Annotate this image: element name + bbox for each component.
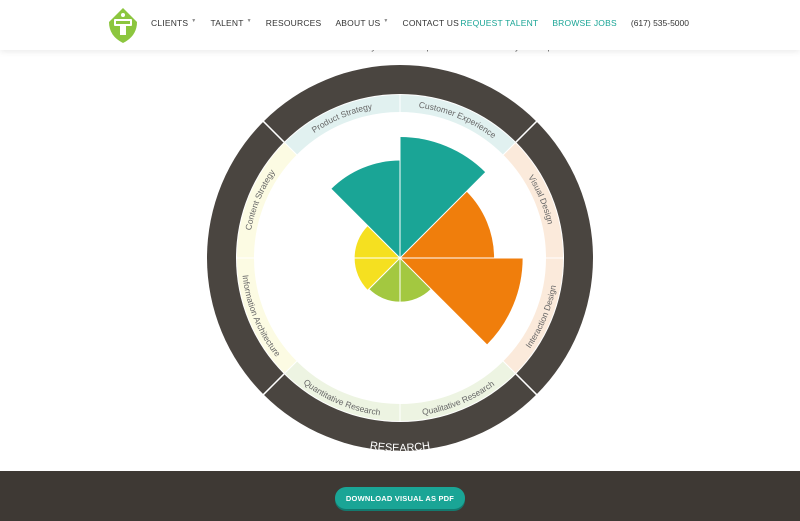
footer-bar: DOWNLOAD VISUAL AS PDF [0,471,800,521]
nav-clients-label: CLIENTS [151,18,189,28]
interface-label: INTERFACE [592,225,607,289]
nav-talent[interactable]: TALENT ▼ [210,18,251,28]
nav-talent-label: TALENT [210,18,244,28]
chevron-down-icon: ▼ [246,18,252,24]
chevron-down-icon: ▼ [383,18,389,24]
download-pdf-button[interactable]: DOWNLOAD VISUAL AS PDF [335,487,465,509]
page: CLIENTS ▼ TALENT ▼ RESOURCES ABOUT US ▼ … [0,0,800,521]
nav-clients[interactable]: CLIENTS ▼ [151,18,196,28]
nav-about-us[interactable]: ABOUT US ▼ [335,18,388,28]
request-talent-link[interactable]: REQUEST TALENT [460,18,538,28]
mascot-logo-icon[interactable] [108,7,138,44]
primary-nav: CLIENTS ▼ TALENT ▼ RESOURCES ABOUT US ▼ … [151,0,473,46]
nav-resources[interactable]: RESOURCES [266,18,322,28]
browse-jobs-link[interactable]: BROWSE JOBS [552,18,617,28]
phone-number[interactable]: (617) 535-5000 [631,18,689,28]
secondary-nav: REQUEST TALENT BROWSE JOBS (617) 535-500… [446,0,689,46]
chevron-down-icon: ▼ [191,18,197,24]
nav-about-us-label: ABOUT US [335,18,381,28]
section-dividers [236,94,564,422]
ux-spectrum-wheel: Customer ExperienceVisual DesignInteract… [194,54,607,455]
top-navigation: CLIENTS ▼ TALENT ▼ RESOURCES ABOUT US ▼ … [0,0,800,50]
nav-resources-label: RESOURCES [265,18,322,28]
